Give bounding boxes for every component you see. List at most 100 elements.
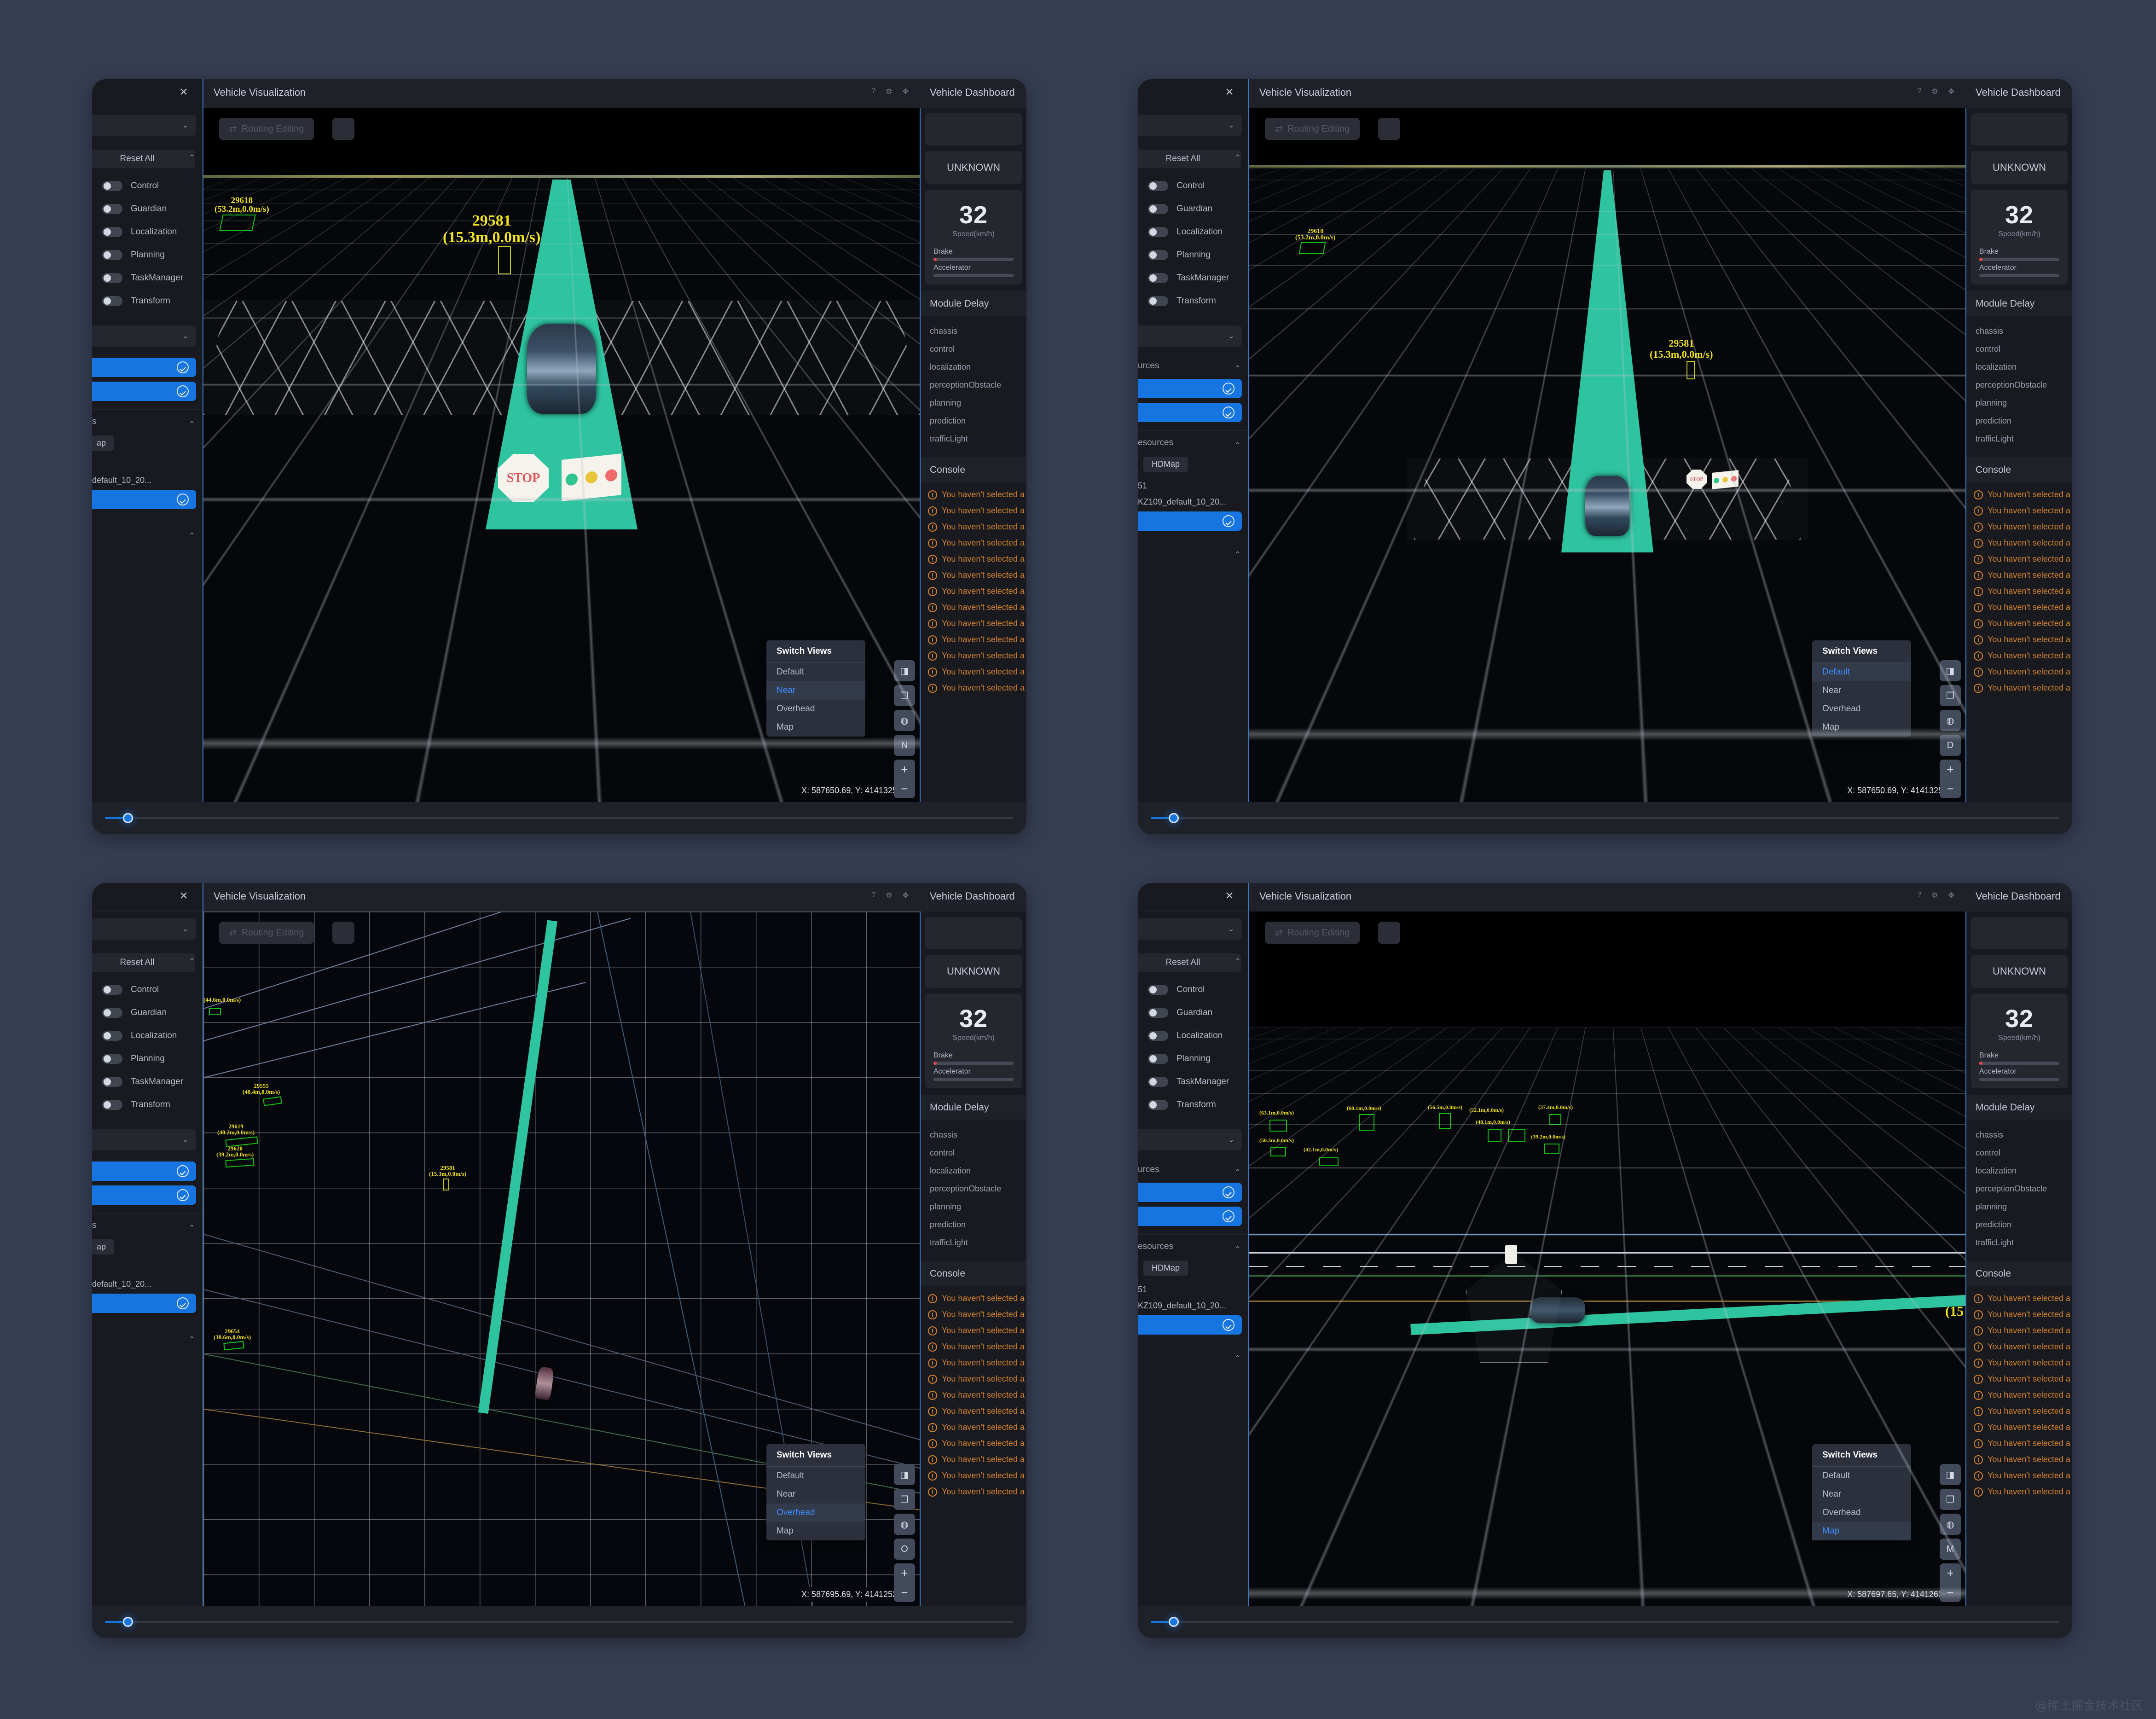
ruler-icon[interactable]: ◨ <box>1940 1464 1961 1485</box>
viewport-canvas[interactable]: (44.6m,0.0m/s) 29555 (40.4m,0.0m/s) 29619… <box>203 912 921 1606</box>
hdmap-chip[interactable]: ap <box>92 1239 115 1254</box>
hdmap-chip[interactable]: HDMap <box>1143 457 1188 472</box>
close-icon[interactable]: × <box>176 85 191 100</box>
toggle-switch[interactable] <box>102 181 122 191</box>
toggle-switch[interactable] <box>1148 250 1168 260</box>
switch-view-map[interactable]: Map <box>1812 718 1911 737</box>
module-row[interactable]: TaskManager <box>92 1070 203 1093</box>
zoom-in-button[interactable]: + <box>1940 1563 1961 1583</box>
module-row[interactable]: Planning <box>1138 244 1248 267</box>
module-row[interactable]: TaskManager <box>1138 267 1248 290</box>
toggle-switch[interactable] <box>1148 1031 1168 1041</box>
switch-view-default[interactable]: Default <box>1812 663 1911 681</box>
slider-knob[interactable] <box>123 813 133 823</box>
toggle-switch[interactable] <box>1148 227 1168 237</box>
chevron-up-icon[interactable]: ⌃ <box>189 1224 195 1233</box>
toggle-switch[interactable] <box>102 296 122 306</box>
slider-knob[interactable] <box>123 1617 133 1627</box>
hdmap-chip[interactable]: HDMap <box>1143 1260 1188 1276</box>
mode-select[interactable]: ⌄ <box>92 918 196 940</box>
slider-knob[interactable] <box>1169 1617 1179 1627</box>
chevron-up-icon[interactable]: ⌃ <box>189 531 195 540</box>
expand-icon[interactable]: ✥ <box>1948 87 1954 96</box>
chevron-up-icon[interactable]: ⌃ <box>1234 1168 1241 1177</box>
secondary-select[interactable]: ⌄ <box>92 1129 196 1150</box>
module-row[interactable]: Control <box>92 978 203 1001</box>
switch-view-overhead[interactable]: Overhead <box>1812 700 1911 718</box>
resource-item-selected[interactable] <box>1138 1315 1242 1335</box>
module-row[interactable]: TaskManager <box>1138 1070 1248 1093</box>
close-icon[interactable]: × <box>176 889 191 904</box>
compass-indicator[interactable]: N <box>894 735 915 756</box>
reset-all-button[interactable]: Reset All <box>1138 150 1241 168</box>
mode-select[interactable]: ⌄ <box>1138 115 1242 136</box>
routing-extra-button[interactable] <box>1378 118 1400 140</box>
close-icon[interactable]: × <box>1222 889 1237 904</box>
close-icon[interactable]: × <box>1222 85 1237 100</box>
module-row[interactable]: Planning <box>92 244 203 267</box>
dataset-icon[interactable]: ◍ <box>1940 1514 1961 1535</box>
toggle-switch[interactable] <box>102 250 122 260</box>
switch-view-near[interactable]: Near <box>766 1485 865 1504</box>
module-row[interactable]: Planning <box>92 1047 203 1070</box>
toggle-switch[interactable] <box>1148 296 1168 306</box>
toggle-switch[interactable] <box>102 985 122 995</box>
layers-icon[interactable]: ❐ <box>894 1489 915 1510</box>
resource-item-selected[interactable] <box>92 382 196 401</box>
toggle-switch[interactable] <box>1148 1008 1168 1018</box>
chevron-up-icon[interactable]: ⌃ <box>1234 441 1241 450</box>
expand-icon[interactable]: ✥ <box>903 87 909 96</box>
switch-view-overhead[interactable]: Overhead <box>1812 1504 1911 1522</box>
toggle-switch[interactable] <box>1148 1077 1168 1087</box>
routing-editing-button[interactable]: ⇄ Routing Editing <box>219 118 314 140</box>
layers-icon[interactable]: ❐ <box>1940 685 1961 706</box>
reset-all-button[interactable]: Reset All <box>92 953 195 972</box>
module-row[interactable]: Control <box>1138 978 1248 1001</box>
timeline-slider[interactable] <box>1151 1617 2059 1627</box>
gear-icon[interactable]: ⚙ <box>1931 87 1938 96</box>
module-row[interactable]: Planning <box>1138 1047 1248 1070</box>
zoom-out-button[interactable]: − <box>1940 1583 1961 1602</box>
routing-extra-button[interactable] <box>332 118 354 140</box>
toggle-switch[interactable] <box>102 1031 122 1041</box>
secondary-select[interactable]: ⌄ <box>1138 325 1242 347</box>
expand-icon[interactable]: ✥ <box>903 891 909 900</box>
gear-icon[interactable]: ⚙ <box>886 891 892 900</box>
zoom-in-button[interactable]: + <box>894 1563 915 1583</box>
gear-icon[interactable]: ⚙ <box>886 87 892 96</box>
module-row[interactable]: Guardian <box>1138 1001 1248 1024</box>
toggle-switch[interactable] <box>1148 985 1168 995</box>
module-row[interactable]: Transform <box>92 1093 203 1116</box>
help-icon[interactable]: ? <box>871 891 875 900</box>
routing-editing-button[interactable]: ⇄ Routing Editing <box>219 922 314 944</box>
toggle-switch[interactable] <box>1148 1054 1168 1064</box>
routing-extra-button[interactable] <box>1378 922 1400 944</box>
dataset-icon[interactable]: ◍ <box>894 710 915 731</box>
module-row[interactable]: Transform <box>1138 290 1248 313</box>
secondary-select[interactable]: ⌄ <box>1138 1129 1242 1150</box>
resource-item-selected[interactable] <box>1138 379 1242 398</box>
help-icon[interactable]: ? <box>1917 87 1921 96</box>
mode-select[interactable]: ⌄ <box>92 115 196 136</box>
routing-extra-button[interactable] <box>332 922 354 944</box>
viewport-canvas[interactable]: 29618 (53.2m,0.0m/s) 29581 (15.3m,0.0m/s) … <box>1248 108 1966 802</box>
timeline-slider[interactable] <box>1151 813 2059 823</box>
chevron-up-icon[interactable]: ⌃ <box>189 957 195 966</box>
resource-item-selected[interactable] <box>1138 511 1242 531</box>
gear-icon[interactable]: ⚙ <box>1931 891 1938 900</box>
layers-icon[interactable]: ❐ <box>894 685 915 706</box>
timeline-slider[interactable] <box>105 813 1014 823</box>
chevron-up-icon[interactable]: ⌃ <box>1234 1245 1241 1254</box>
switch-view-near[interactable]: Near <box>1812 1485 1911 1504</box>
module-row[interactable]: Localization <box>1138 221 1248 244</box>
switch-view-map[interactable]: Map <box>766 1522 865 1540</box>
toggle-switch[interactable] <box>1148 273 1168 283</box>
viewport-canvas[interactable]: (63.1m,0.0m/s) (50.3m,0.0m/s) (42.1m,0.0… <box>1248 912 1966 1606</box>
help-icon[interactable]: ? <box>871 87 875 96</box>
reset-all-button[interactable]: Reset All <box>92 150 195 168</box>
timeline-slider[interactable] <box>105 1617 1014 1627</box>
expand-icon[interactable]: ✥ <box>1948 891 1954 900</box>
viewport-canvas[interactable]: 29618 (53.2m,0.0m/s) 29581 (15.3m,0.0m/s) … <box>203 108 921 802</box>
switch-view-default[interactable]: Default <box>766 663 865 681</box>
zoom-in-button[interactable]: + <box>1940 760 1961 779</box>
